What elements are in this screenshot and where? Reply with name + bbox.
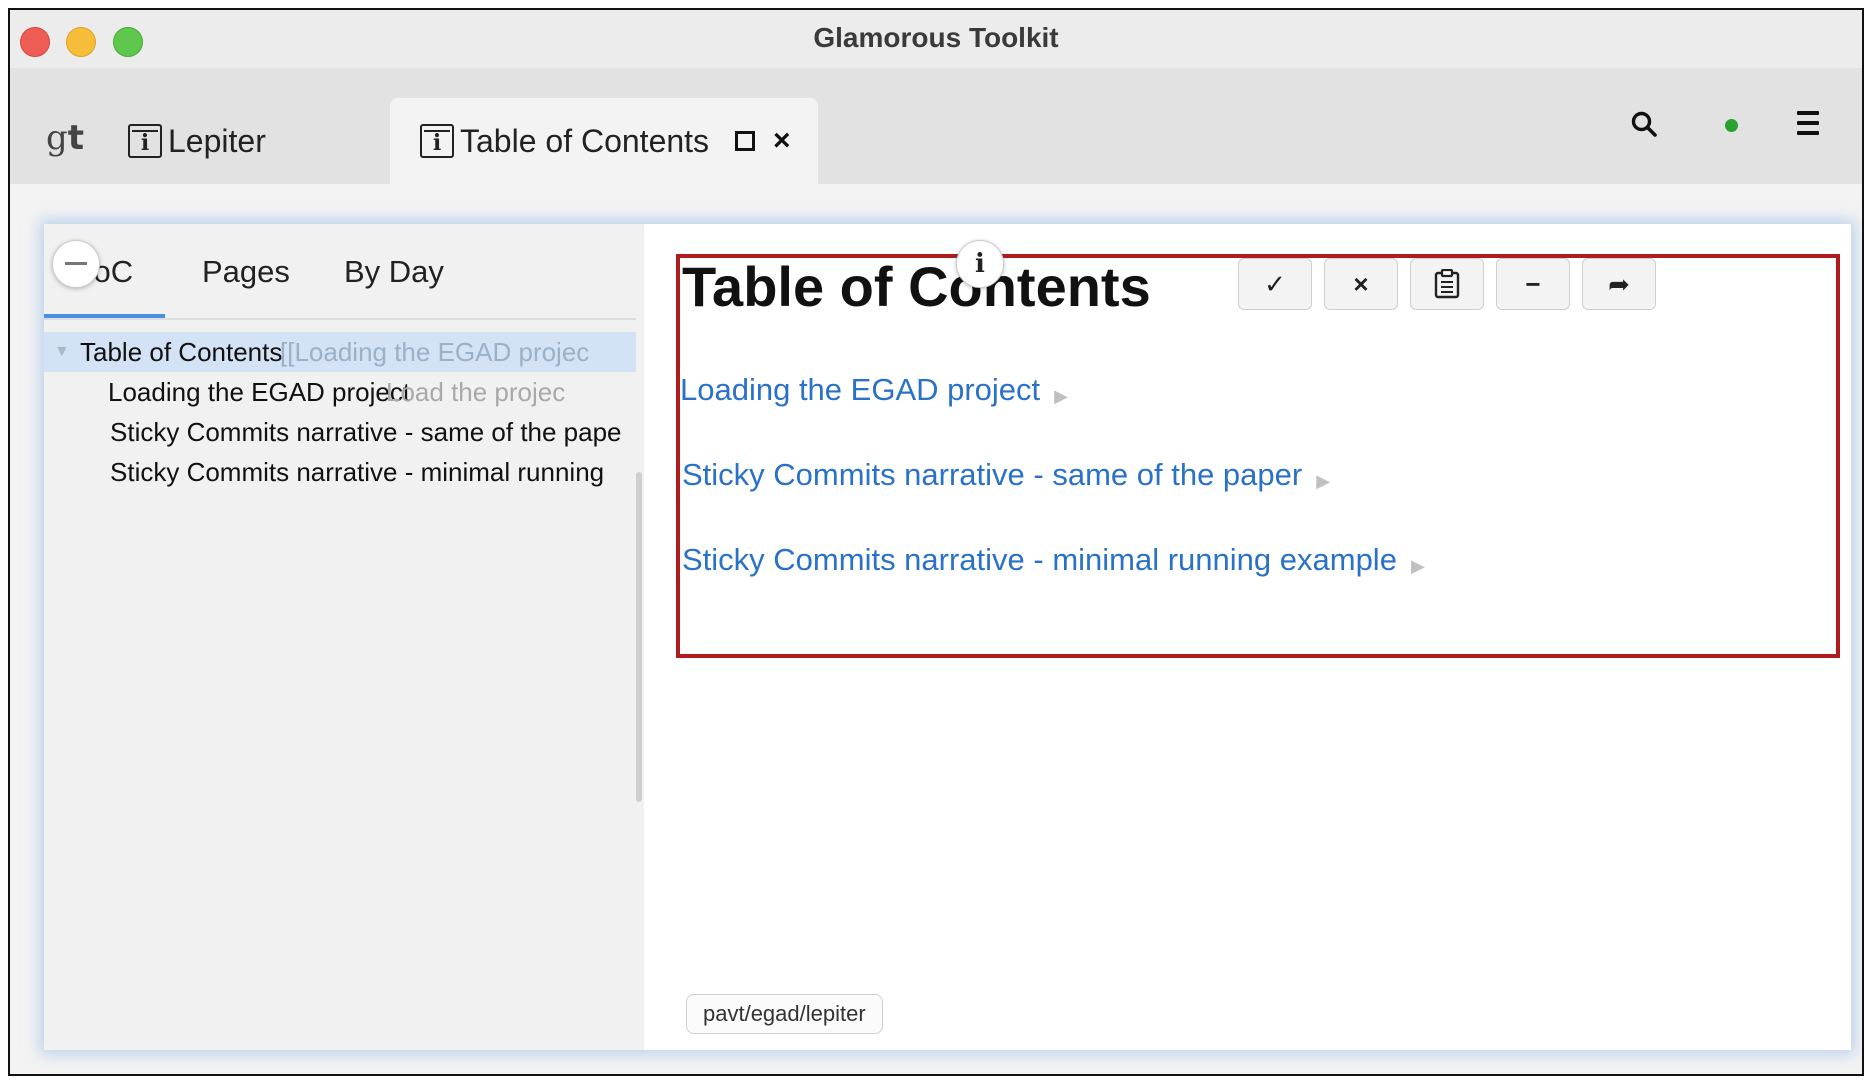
expand-arrow-icon[interactable]: ▶ (1316, 471, 1330, 492)
search-icon-svg (1631, 111, 1657, 137)
close-icon: × (1353, 268, 1369, 299)
search-icon[interactable] (1630, 110, 1658, 143)
tree-row[interactable]: Sticky Commits narrative - minimal runni… (44, 452, 636, 492)
tab-table-of-contents[interactable]: Table of Contents × (390, 98, 818, 184)
minimize-button[interactable]: − (1496, 258, 1570, 310)
tab-lepiter[interactable]: Lepiter (128, 98, 266, 184)
check-icon: ✓ (1264, 268, 1286, 299)
gt-logo-t: t (67, 118, 85, 158)
expand-caret-icon[interactable]: ▼ (54, 332, 70, 372)
accept-button[interactable]: ✓ (1238, 258, 1312, 310)
list-item: Sticky Commits narrative - minimal runni… (680, 542, 1425, 627)
tree-row-title: Table of Contents (80, 337, 283, 367)
lepiter-book-icon (420, 124, 454, 158)
maximize-tab-icon[interactable] (735, 131, 756, 151)
sidebar-scrollbar[interactable] (636, 472, 642, 802)
clipboard-icon (1434, 269, 1460, 299)
status-indicator (1725, 119, 1738, 132)
sidebar-tab-by-day[interactable]: By Day (344, 254, 444, 290)
title-bar: Glamorous Toolkit (10, 10, 1862, 69)
gt-logo[interactable]: gt (46, 118, 84, 158)
page-links: Loading the EGAD project ▶ Sticky Commit… (680, 372, 1425, 627)
page-link[interactable]: Sticky Commits narrative - same of the p… (682, 457, 1302, 493)
sidebar: ToC Pages By Day ▼ Table of Contents [[L… (44, 224, 644, 1050)
page-link[interactable]: Loading the EGAD project (680, 372, 1040, 408)
selected-tab-underline (44, 314, 165, 318)
tab-table-of-contents-label: Table of Contents (460, 122, 710, 159)
toc-tree: ▼ Table of Contents [[Loading the EGAD p… (44, 332, 636, 492)
repository-badge[interactable]: pavt/egad/lepiter (686, 994, 883, 1034)
collapse-sidebar-button[interactable] (52, 240, 100, 288)
tree-row[interactable]: Loading the EGAD project Load the projec (44, 372, 636, 412)
page-link[interactable]: Sticky Commits narrative - minimal runni… (682, 542, 1397, 578)
close-tab-icon[interactable]: × (773, 126, 791, 156)
expand-arrow-icon[interactable]: ▶ (1411, 556, 1425, 577)
hamburger-menu-icon[interactable] (1797, 111, 1819, 141)
tree-row-title: Sticky Commits narrative - minimal runni… (110, 457, 605, 487)
tree-row[interactable]: Sticky Commits narrative - same of the p… (44, 412, 636, 452)
share-arrow-icon: ➦ (1608, 268, 1630, 299)
gt-logo-g: g (46, 118, 68, 158)
share-button[interactable]: ➦ (1582, 258, 1656, 310)
content-area: ToC Pages By Day ▼ Table of Contents [[L… (10, 184, 1862, 1074)
lepiter-pane: ToC Pages By Day ▼ Table of Contents [[L… (44, 224, 1851, 1050)
tree-row-subtitle: [[Loading the EGAD projec (280, 337, 590, 367)
tree-row-subtitle: Load the projec (386, 377, 566, 407)
lepiter-book-icon (128, 124, 162, 158)
tree-row[interactable]: ▼ Table of Contents [[Loading the EGAD p… (44, 332, 636, 372)
page-toolbar: ✓ × − ➦ (1238, 258, 1656, 310)
page-title[interactable]: Table of Contents (682, 254, 1151, 319)
tree-row-title: Loading the EGAD project (108, 377, 411, 407)
discard-button[interactable]: × (1324, 258, 1398, 310)
sidebar-tab-pages[interactable]: Pages (202, 254, 290, 290)
info-button[interactable]: i (956, 240, 1004, 288)
expand-arrow-icon[interactable]: ▶ (1054, 386, 1068, 407)
tab-lepiter-label: Lepiter (168, 122, 266, 159)
page-view: Table of Contents ✓ × − ➦ Loading the EG… (644, 224, 1851, 1050)
clipboard-button[interactable] (1410, 258, 1484, 310)
app-window: Glamorous Toolkit gt Lepiter Table of Co… (8, 8, 1864, 1076)
tree-row-title: Sticky Commits narrative - same of the p… (110, 417, 622, 447)
sidebar-tabs: ToC Pages By Day (44, 224, 636, 320)
window-title: Glamorous Toolkit (813, 22, 1059, 53)
list-item: Loading the EGAD project ▶ (680, 372, 1425, 457)
tab-strip: gt Lepiter Table of Contents × (10, 68, 1862, 184)
minus-icon: − (1525, 268, 1541, 299)
list-item: Sticky Commits narrative - same of the p… (680, 457, 1425, 542)
